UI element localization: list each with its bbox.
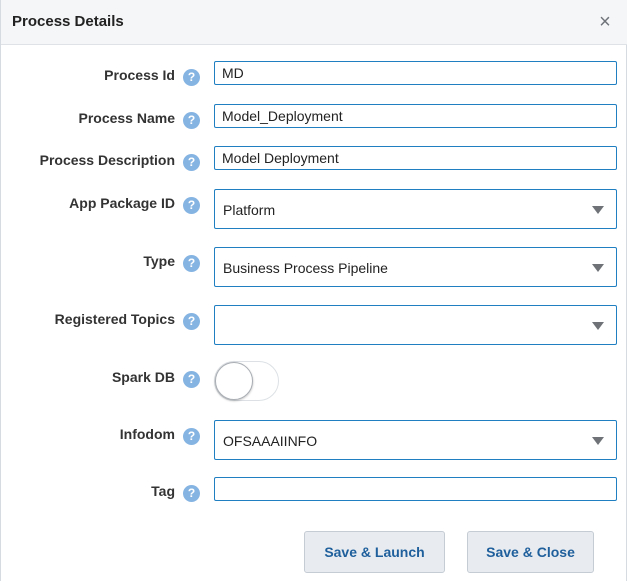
chevron-down-icon <box>592 437 604 445</box>
process-id-label: Process Id <box>104 67 175 83</box>
chevron-down-icon <box>592 322 604 330</box>
process-details-dialog: Process Details × Process Id ? Process N… <box>0 0 627 581</box>
process-description-input[interactable] <box>214 146 617 170</box>
help-icon[interactable]: ? <box>183 112 200 129</box>
registered-topics-label: Registered Topics <box>54 311 175 327</box>
dialog-title: Process Details <box>12 13 124 30</box>
type-value: Business Process Pipeline <box>223 260 388 276</box>
toggle-knob <box>215 362 253 400</box>
infodom-value: OFSAAAIINFO <box>223 433 318 449</box>
help-icon[interactable]: ? <box>183 154 200 171</box>
close-icon[interactable]: × <box>596 12 614 32</box>
help-icon[interactable]: ? <box>183 428 200 445</box>
tag-input[interactable] <box>214 477 617 501</box>
infodom-select[interactable]: OFSAAAIINFO <box>214 420 617 460</box>
process-name-label: Process Name <box>78 110 175 126</box>
type-select[interactable]: Business Process Pipeline <box>214 247 617 287</box>
tag-label: Tag <box>151 483 175 499</box>
help-icon[interactable]: ? <box>183 485 200 502</box>
infodom-label: Infodom <box>119 426 175 442</box>
app-package-id-label: App Package ID <box>69 195 175 211</box>
process-description-label: Process Description <box>39 152 175 168</box>
spark-db-toggle[interactable] <box>214 361 279 401</box>
app-package-id-select[interactable]: Platform <box>214 189 617 229</box>
help-icon[interactable]: ? <box>183 313 200 330</box>
dialog-header: Process Details × <box>1 0 627 45</box>
type-label: Type <box>143 253 175 269</box>
spark-db-label: Spark DB <box>111 369 175 385</box>
help-icon[interactable]: ? <box>183 255 200 272</box>
help-icon[interactable]: ? <box>183 69 200 86</box>
process-id-input[interactable] <box>214 61 617 85</box>
help-icon[interactable]: ? <box>183 371 200 388</box>
chevron-down-icon <box>592 264 604 272</box>
app-package-id-value: Platform <box>223 202 276 218</box>
save-launch-button[interactable]: Save & Launch <box>304 531 445 573</box>
save-close-button[interactable]: Save & Close <box>467 531 594 573</box>
process-name-input[interactable] <box>214 104 617 128</box>
registered-topics-select[interactable] <box>214 305 617 345</box>
help-icon[interactable]: ? <box>183 197 200 214</box>
chevron-down-icon <box>592 206 604 214</box>
